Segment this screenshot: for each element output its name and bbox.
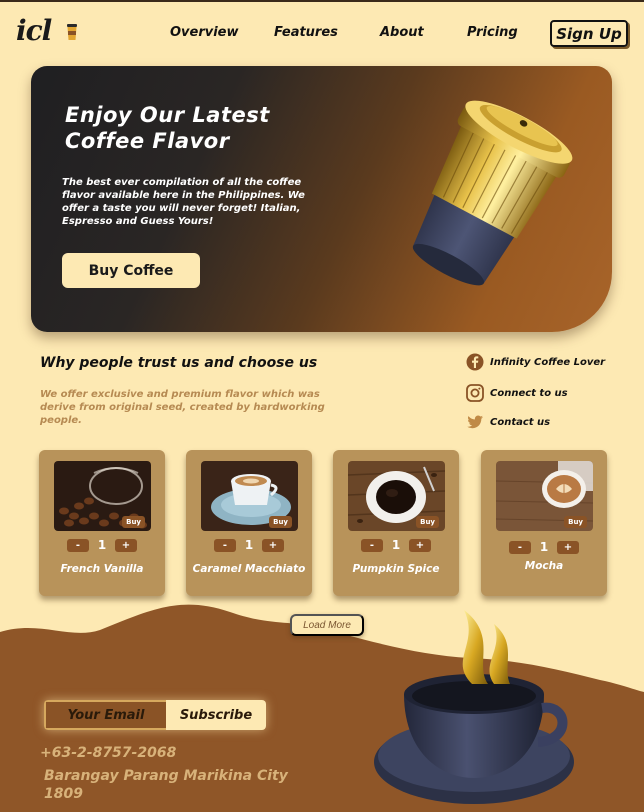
product-card-mocha: Buy - 1 + Mocha [481,450,607,596]
product-image: Buy [348,461,445,531]
product-card-caramel-macchiato: Buy - 1 + Caramel Macchiato [186,450,312,596]
nav-pricing[interactable]: Pricing [467,25,518,40]
quantity-stepper: - 1 + [361,538,431,552]
twitter-icon [467,415,483,429]
buy-button[interactable]: Buy [416,516,439,528]
quantity-stepper: - 1 + [214,538,284,552]
quantity-value: 1 [391,538,401,552]
product-name: Pumpkin Spice [352,563,440,575]
hero-description: The best ever compilation of all the cof… [62,177,305,227]
hero-banner: Enjoy Our Latest Coffee Flavor The best … [31,66,612,332]
quantity-value: 1 [539,540,549,554]
product-image: Buy [54,461,151,531]
trust-description: We offer exclusive and premium flavor wh… [40,389,325,426]
top-border [0,0,644,2]
load-more-button[interactable]: Load More [290,614,364,636]
steaming-coffee-cup-image [374,610,574,804]
quantity-stepper: - 1 + [67,538,137,552]
trust-heading: Why people trust us and choose us [40,355,318,371]
decrement-button[interactable]: - [67,538,89,552]
decrement-button[interactable]: - [509,540,531,554]
increment-button[interactable]: + [262,538,284,552]
contact-address: Barangay Parang Marikina City 1809 [44,768,288,802]
buy-button[interactable]: Buy [269,516,292,528]
product-image: Buy [496,461,593,531]
buy-coffee-button[interactable]: Buy Coffee [62,253,200,288]
social-twitter[interactable]: Contact us [466,413,550,431]
social-instagram[interactable]: Connect to us [466,384,568,402]
buy-button[interactable]: Buy [564,516,587,528]
subscribe-button[interactable]: Subscribe [166,700,266,730]
social-twitter-label: Contact us [490,416,551,428]
hero-title: Enjoy Our Latest Coffee Flavor [65,103,270,153]
buy-button[interactable]: Buy [122,516,145,528]
product-image: Buy [201,461,298,531]
social-instagram-label: Connect to us [490,387,568,399]
contact-phone: +63-2-8757-2068 [40,745,177,761]
product-card-french-vanilla: Buy - 1 + French Vanilla [39,450,165,596]
increment-button[interactable]: + [115,538,137,552]
newsletter-form: Subscribe [44,700,266,730]
social-facebook[interactable]: Infinity Coffee Lover [466,353,605,371]
gold-coffee-cup-image [412,100,573,286]
decrement-button[interactable]: - [361,538,383,552]
product-name: Caramel Macchiato [192,563,306,575]
instagram-icon [466,384,484,402]
quantity-value: 1 [244,538,254,552]
nav-overview[interactable]: Overview [170,25,239,40]
social-facebook-label: Infinity Coffee Lover [490,356,606,368]
nav-about[interactable]: About [380,25,424,40]
increment-button[interactable]: + [409,538,431,552]
email-field[interactable] [44,700,166,730]
facebook-icon [466,353,484,371]
sign-up-button[interactable]: Sign Up [550,20,628,47]
product-name: Mocha [524,560,564,572]
coffee-cup-logo-icon [67,24,77,40]
quantity-stepper: - 1 + [509,540,579,554]
logo[interactable]: icl [16,14,52,47]
decrement-button[interactable]: - [214,538,236,552]
product-card-pumpkin-spice: Buy - 1 + Pumpkin Spice [333,450,459,596]
quantity-value: 1 [97,538,107,552]
increment-button[interactable]: + [557,540,579,554]
nav-features[interactable]: Features [274,25,338,40]
product-name: French Vanilla [60,563,144,575]
